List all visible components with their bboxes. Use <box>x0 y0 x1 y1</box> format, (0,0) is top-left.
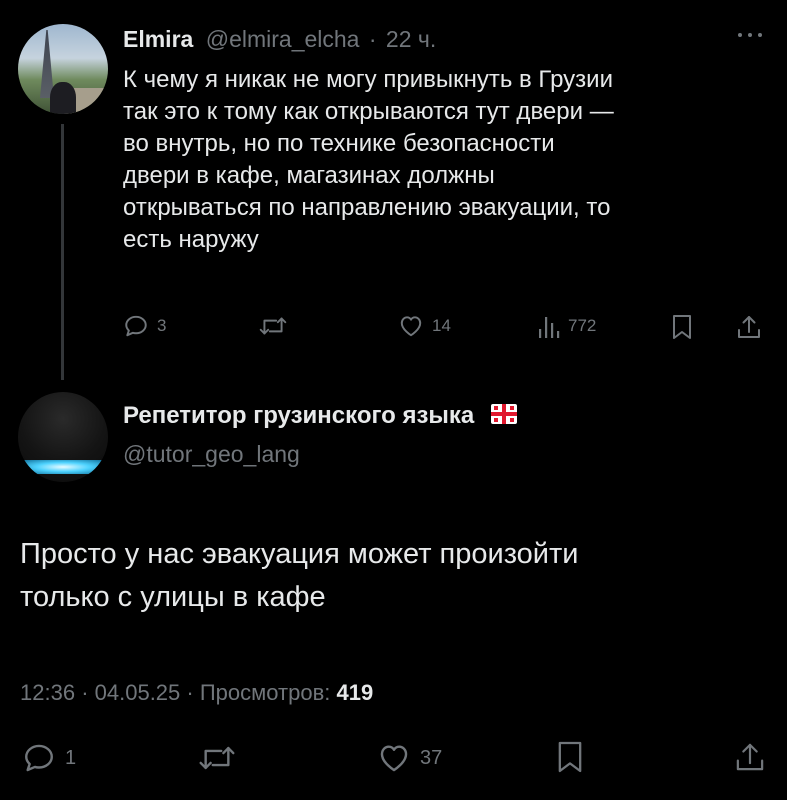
bookmark-icon <box>673 315 691 339</box>
reply-reply-count: 1 <box>65 746 77 769</box>
tweet-text-line: во внутрь, но по технике безопасности <box>123 130 555 157</box>
reply-button[interactable]: 3 <box>123 313 166 339</box>
retweet-icon <box>259 317 287 335</box>
tweet-text-line: открываться по направлению эвакуации, то <box>123 194 611 221</box>
more-dots-icon[interactable] <box>734 28 766 40</box>
thread-connector-line <box>61 124 64 380</box>
reply-retweet-button[interactable] <box>197 741 237 775</box>
bookmark-icon <box>558 741 582 773</box>
tutor-avatar[interactable] <box>18 392 108 482</box>
reply-text-line: Просто у нас эвакуация может произойти <box>20 538 579 570</box>
like-button[interactable]: 14 <box>398 313 451 339</box>
tweet-text-line: так это к тому как открываются тут двери… <box>123 98 614 125</box>
meta-separator: · <box>186 680 194 705</box>
tweet-text-line: К чему я никак не могу привыкнуть в Груз… <box>123 66 613 93</box>
georgia-flag-icon <box>490 403 517 424</box>
retweet-icon <box>199 746 235 770</box>
header-separator: · <box>368 26 377 52</box>
avatar-photo-glow <box>22 460 104 474</box>
reply-text: Просто у нас эвакуация может произойти т… <box>20 533 770 619</box>
reply-count: 3 <box>157 316 167 335</box>
tweet-header: Elmira @elmira_elcha · 22 ч. <box>123 26 436 53</box>
like-count: 14 <box>432 316 451 335</box>
tweet-text-line: есть наружу <box>123 226 259 253</box>
reply-like-button[interactable]: 37 <box>377 741 442 775</box>
meta-separator: · <box>81 680 89 705</box>
reply-author-name[interactable]: Репетитор грузинского языка <box>123 402 474 429</box>
reply-text-line: только с улицы в кафе <box>20 581 326 613</box>
reply-icon <box>25 744 53 772</box>
reply-date[interactable]: 04.05.25 <box>95 680 181 705</box>
reply-time[interactable]: 12:36 <box>20 680 75 705</box>
views-count: 772 <box>568 316 597 335</box>
author-name[interactable]: Elmira <box>123 26 193 52</box>
reply-meta: 12:36 · 04.05.25 · Просмотров: 419 <box>20 680 373 706</box>
retweet-button[interactable] <box>258 313 288 339</box>
avatar-photo-person <box>50 82 76 114</box>
views-button[interactable]: 772 <box>537 313 596 339</box>
reply-author-handle[interactable]: @tutor_geo_lang <box>123 441 300 468</box>
reply-header: Репетитор грузинского языка <box>123 402 517 430</box>
tweet-text: К чему я никак не могу привыкнуть в Груз… <box>123 64 773 256</box>
heart-icon <box>400 316 422 337</box>
share-icon <box>738 316 760 338</box>
bookmark-button[interactable] <box>671 313 693 341</box>
share-icon <box>736 743 764 771</box>
reply-bookmark-button[interactable] <box>556 739 584 775</box>
views-label: Просмотров: <box>199 680 331 705</box>
reply-reply-button[interactable]: 1 <box>22 741 76 775</box>
views-bar-icon <box>539 317 560 338</box>
reply-share-button[interactable] <box>733 739 767 775</box>
reply-like-count: 37 <box>420 746 443 769</box>
reply-icon <box>125 315 147 337</box>
reply-views-count: 419 <box>336 680 374 705</box>
elmira-avatar[interactable] <box>18 24 108 114</box>
author-handle[interactable]: @elmira_elcha <box>206 26 360 52</box>
tweet-time[interactable]: 22 ч. <box>386 26 436 52</box>
heart-icon <box>380 745 408 772</box>
share-button[interactable] <box>735 313 763 341</box>
tweet-text-line: двери в кафе, магазинах должны <box>123 162 495 189</box>
